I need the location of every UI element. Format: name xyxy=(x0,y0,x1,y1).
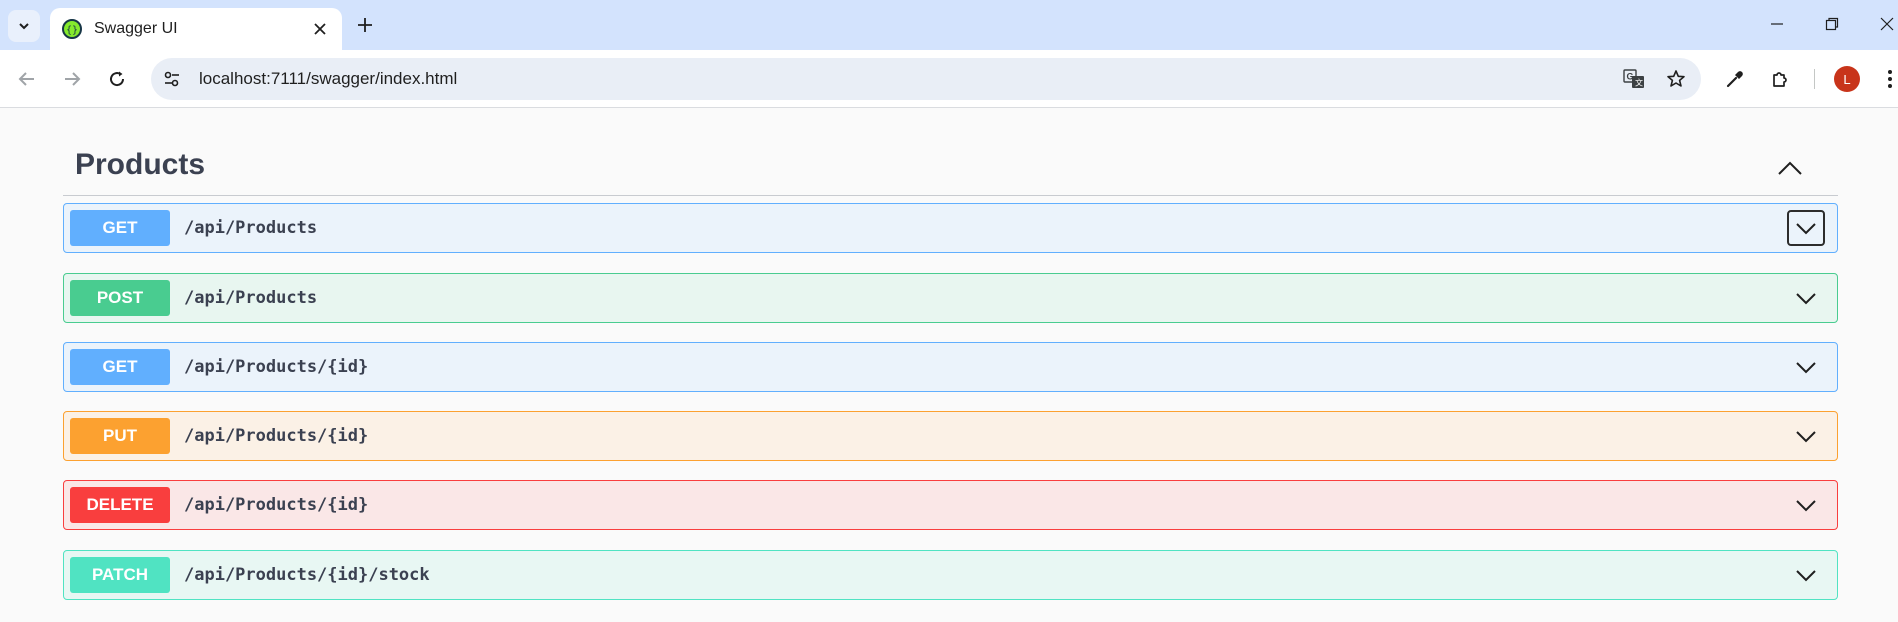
operation-delete-product[interactable]: DELETE /api/Products/{id} xyxy=(63,480,1838,530)
profile-avatar[interactable]: L xyxy=(1834,66,1860,92)
menu-button[interactable] xyxy=(1881,62,1898,96)
method-badge-get: GET xyxy=(70,349,170,385)
plus-icon xyxy=(358,18,372,32)
translate-button[interactable]: G文 xyxy=(1617,62,1651,96)
operation-path: /api/Products/{id} xyxy=(184,495,369,515)
chevron-down-icon xyxy=(1796,500,1816,512)
chevron-down-icon xyxy=(1796,570,1816,582)
expand-operation-button[interactable] xyxy=(1787,487,1825,523)
expand-operation-button[interactable] xyxy=(1787,418,1825,454)
arrow-left-icon xyxy=(18,72,34,86)
tab-search-button[interactable] xyxy=(8,10,40,42)
close-window-button[interactable] xyxy=(1865,8,1898,40)
tab-strip: {} Swagger UI xyxy=(0,0,1898,50)
minimize-icon xyxy=(1771,23,1783,25)
restore-button[interactable] xyxy=(1810,8,1854,40)
chevron-down-icon xyxy=(1796,223,1816,235)
more-vert-icon xyxy=(1887,70,1892,88)
extensions-button[interactable] xyxy=(1763,62,1797,96)
operation-path: /api/Products/{id}/stock xyxy=(184,565,430,585)
svg-text:{}: {} xyxy=(66,25,78,35)
operation-patch-product-stock[interactable]: PATCH /api/Products/{id}/stock xyxy=(63,550,1838,600)
operation-path: /api/Products/{id} xyxy=(184,426,369,446)
arrow-right-icon xyxy=(65,72,81,86)
method-badge-patch: PATCH xyxy=(70,557,170,593)
back-button[interactable] xyxy=(10,62,44,96)
operation-get-product-by-id[interactable]: GET /api/Products/{id} xyxy=(63,342,1838,392)
method-badge-put: PUT xyxy=(70,418,170,454)
operation-path: /api/Products/{id} xyxy=(184,357,369,377)
method-badge-delete: DELETE xyxy=(70,487,170,523)
restore-icon xyxy=(1825,17,1839,31)
bookmark-button[interactable] xyxy=(1659,62,1693,96)
site-info-button[interactable] xyxy=(155,62,189,96)
expand-operation-button[interactable] xyxy=(1787,349,1825,385)
operation-post-products[interactable]: POST /api/Products xyxy=(63,273,1838,323)
chevron-up-icon xyxy=(1778,161,1802,175)
operation-path: /api/Products xyxy=(184,288,318,308)
operation-path: /api/Products xyxy=(184,218,318,238)
close-icon xyxy=(1880,17,1894,31)
puzzle-icon xyxy=(1773,72,1787,87)
forward-button[interactable] xyxy=(55,62,89,96)
expand-operation-button[interactable] xyxy=(1787,280,1825,316)
translate-icon: G文 xyxy=(1623,69,1644,88)
method-badge-post: POST xyxy=(70,280,170,316)
eyedropper-button[interactable] xyxy=(1718,62,1752,96)
tab-title: Swagger UI xyxy=(94,20,178,37)
expand-operation-button[interactable] xyxy=(1787,557,1825,593)
browser-toolbar: localhost:7111/swagger/index.html G文 xyxy=(0,50,1898,108)
eyedropper-icon xyxy=(1726,71,1743,88)
reload-icon xyxy=(110,71,125,87)
method-badge-get: GET xyxy=(70,210,170,246)
minimize-button[interactable] xyxy=(1755,8,1799,40)
reload-button[interactable] xyxy=(100,62,134,96)
section-title: Products xyxy=(75,148,206,181)
tune-icon xyxy=(164,71,179,87)
chevron-down-icon xyxy=(1796,293,1816,305)
operation-put-product[interactable]: PUT /api/Products/{id} xyxy=(63,411,1838,461)
chevron-down-icon xyxy=(1796,431,1816,443)
new-tab-button[interactable] xyxy=(351,11,379,39)
svg-text:文: 文 xyxy=(1635,78,1643,88)
collapse-section-button[interactable] xyxy=(1772,150,1808,186)
swagger-favicon-icon: {} xyxy=(62,19,82,39)
chevron-down-icon xyxy=(19,23,29,30)
toolbar-divider xyxy=(1814,69,1815,89)
expand-operation-button[interactable] xyxy=(1787,210,1825,246)
tab-close-icon[interactable] xyxy=(310,19,330,39)
chevron-down-icon xyxy=(1796,362,1816,374)
browser-tab[interactable]: {} Swagger UI xyxy=(50,8,342,50)
operation-get-products[interactable]: GET /api/Products xyxy=(63,203,1838,253)
url-text[interactable]: localhost:7111/swagger/index.html xyxy=(199,69,457,89)
address-bar[interactable]: localhost:7111/swagger/index.html G文 xyxy=(151,58,1701,100)
star-icon xyxy=(1667,70,1685,87)
products-section-header[interactable]: Products xyxy=(63,140,1838,196)
